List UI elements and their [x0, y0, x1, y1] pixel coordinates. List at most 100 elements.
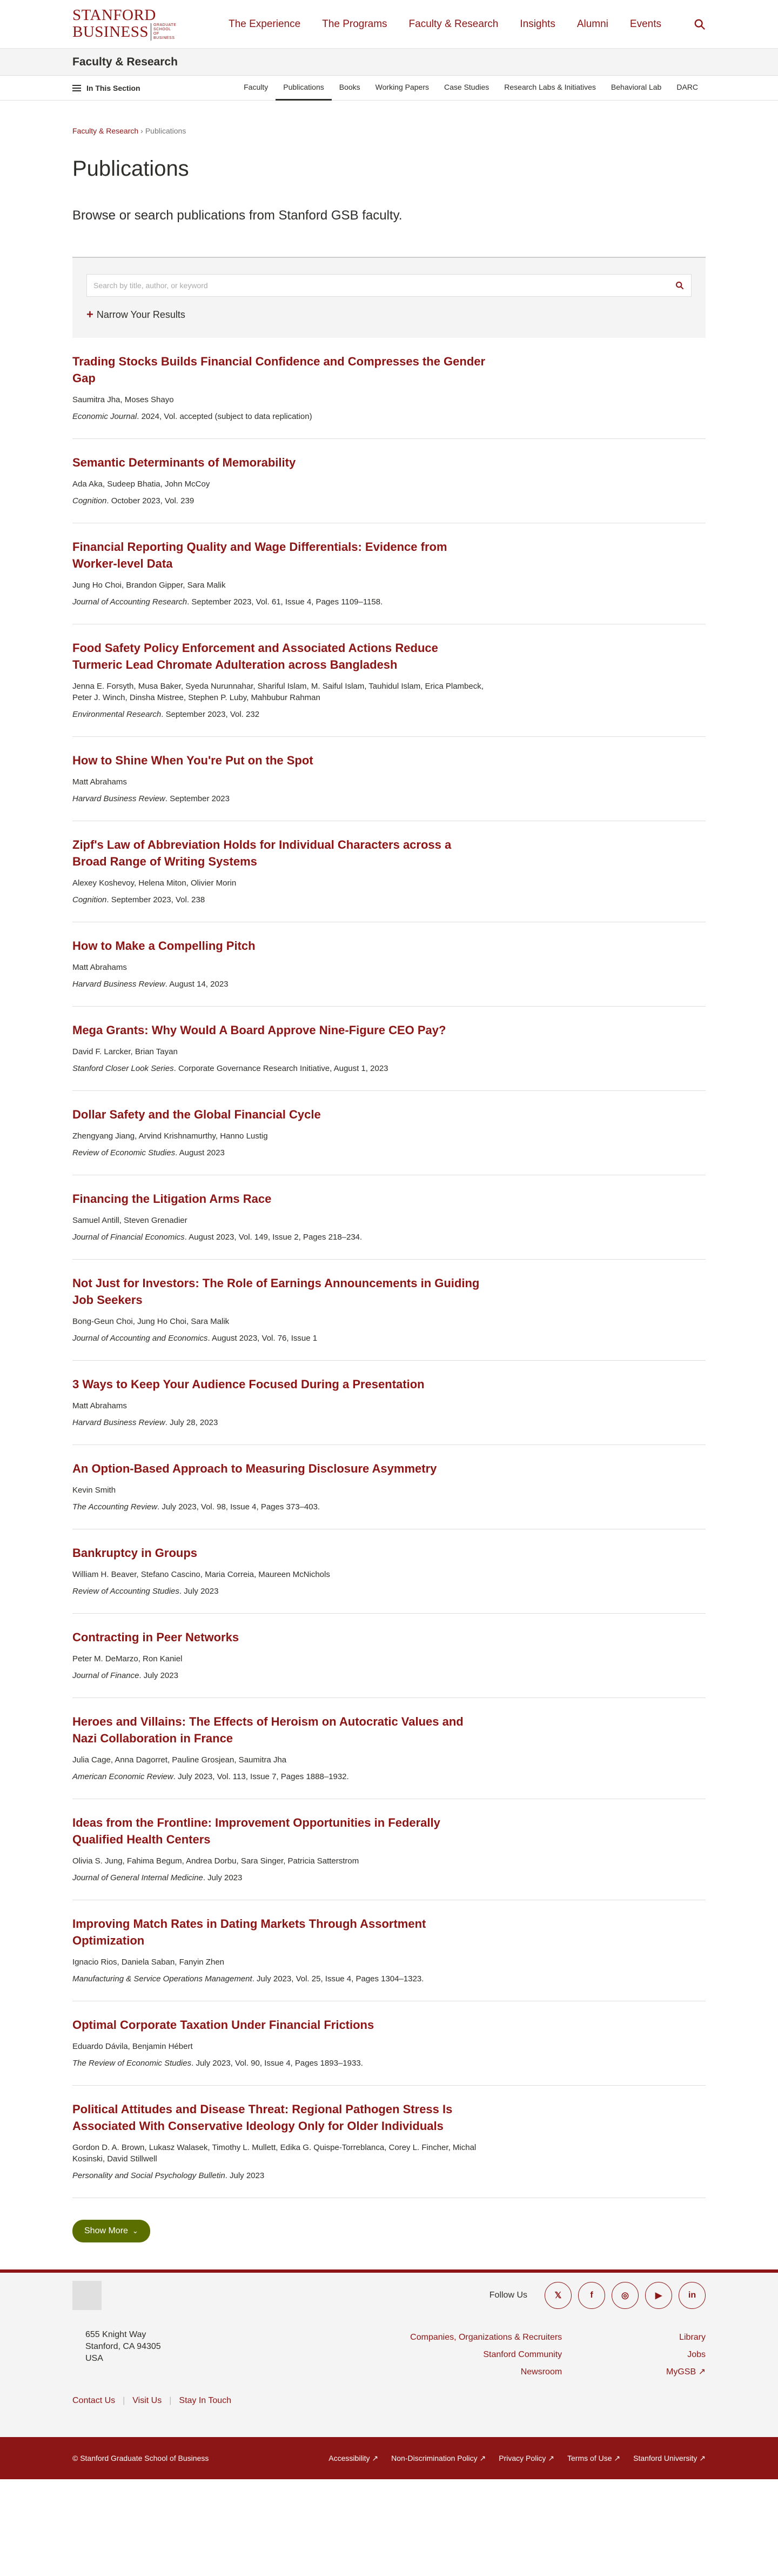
search-input[interactable]: Search by title, author, or keyword	[87, 275, 668, 296]
publication-item: 3 Ways to Keep Your Audience Focused Dur…	[72, 1361, 706, 1445]
publication-citation: Stanford Closer Look Series. Corporate G…	[72, 1063, 494, 1074]
publication-citation: Journal of Financial Economics. August 2…	[72, 1232, 494, 1243]
publication-title[interactable]: Optimal Corporate Taxation Under Financi…	[72, 2016, 488, 2033]
publication-journal: Journal of General Internal Medicine	[72, 1873, 203, 1882]
publication-item: Heroes and Villains: The Effects of Hero…	[72, 1698, 706, 1799]
nav-events[interactable]: Events	[630, 18, 661, 30]
publication-journal: Review of Accounting Studies	[72, 1587, 179, 1596]
footer-logo[interactable]	[72, 2281, 102, 2310]
youtube-icon[interactable]: ▶	[645, 2282, 672, 2309]
follow-us-label: Follow Us	[489, 2291, 527, 2300]
footer-link-mygsb[interactable]: MyGSB ↗	[562, 2364, 706, 2381]
nav-the-experience[interactable]: The Experience	[229, 18, 300, 30]
legal-link-terms[interactable]: Terms of Use ↗	[567, 2454, 620, 2463]
show-more-button[interactable]: Show More ⌄	[72, 2220, 150, 2242]
publication-authors: Olivia S. Jung, Fahima Begum, Andrea Dor…	[72, 1856, 359, 1866]
main-content: Faculty & Research › Publications Publicat…	[0, 127, 778, 2269]
nav-alumni[interactable]: Alumni	[577, 18, 608, 30]
publication-title[interactable]: 3 Ways to Keep Your Audience Focused Dur…	[72, 1376, 488, 1393]
publication-title[interactable]: Dollar Safety and the Global Financial C…	[72, 1106, 488, 1123]
section-title[interactable]: Faculty & Research	[72, 56, 178, 69]
breadcrumb-parent[interactable]: Faculty & Research	[72, 127, 138, 135]
section-nav-behavioral-lab[interactable]: Behavioral Lab	[603, 76, 669, 101]
page-intro: Browse or search publications from Stanf…	[72, 208, 403, 223]
publication-title[interactable]: Trading Stocks Builds Financial Confiden…	[72, 353, 488, 387]
narrow-results-toggle[interactable]: + Narrow Your Results	[86, 308, 692, 322]
publication-title[interactable]: Political Attitudes and Disease Threat: …	[72, 2101, 488, 2134]
nav-the-programs[interactable]: The Programs	[322, 18, 387, 30]
publication-authors: Julia Cage, Anna Dagorret, Pauline Grosj…	[72, 1755, 287, 1765]
publication-citation: Journal of General Internal Medicine. Ju…	[72, 1872, 494, 1883]
linkedin-icon[interactable]: in	[679, 2282, 706, 2309]
copyright: © Stanford Graduate School of Business	[72, 2454, 209, 2462]
section-nav-working-papers[interactable]: Working Papers	[368, 76, 437, 101]
publication-authors: Saumitra Jha, Moses Shayo	[72, 395, 174, 404]
publication-citation: Review of Accounting Studies. July 2023	[72, 1586, 494, 1597]
publication-citation: Journal of Accounting Research. Septembe…	[72, 596, 494, 608]
publication-item: An Option-Based Approach to Measuring Di…	[72, 1445, 706, 1529]
footer-link-visit-us[interactable]: Visit Us	[132, 2396, 162, 2406]
stanford-gsb-logo[interactable]: STANFORD BUSINESS GRADUATE SCHOOL OF BUSI…	[72, 8, 176, 41]
nav-insights[interactable]: Insights	[520, 18, 555, 30]
publication-item: Trading Stocks Builds Financial Confiden…	[72, 338, 706, 439]
search-icon[interactable]	[694, 18, 706, 30]
publication-journal: Journal of Finance	[72, 1671, 139, 1680]
publication-journal: Harvard Business Review	[72, 794, 165, 803]
footer-link-companies[interactable]: Companies, Organizations & Recruiters	[360, 2329, 562, 2346]
publication-journal: American Economic Review	[72, 1772, 173, 1781]
section-nav-darc[interactable]: DARC	[669, 76, 706, 101]
publication-authors: Jung Ho Choi, Brandon Gipper, Sara Malik	[72, 581, 226, 590]
publication-authors: Matt Abrahams	[72, 777, 127, 787]
instagram-icon[interactable]: ◎	[612, 2282, 639, 2309]
footer-link-jobs[interactable]: Jobs	[562, 2346, 706, 2364]
publication-title[interactable]: Not Just for Investors: The Role of Earn…	[72, 1275, 488, 1308]
twitter-icon[interactable]: 𝕏	[545, 2282, 572, 2309]
in-this-section-toggle[interactable]: In This Section	[72, 84, 140, 92]
publication-details: . July 2023, Vol. 113, Issue 7, Pages 18…	[173, 1772, 349, 1781]
publication-details: . August 14, 2023	[165, 980, 229, 989]
publication-title[interactable]: Financial Reporting Quality and Wage Dif…	[72, 538, 488, 572]
publication-title[interactable]: Contracting in Peer Networks	[72, 1629, 488, 1646]
section-nav-books[interactable]: Books	[332, 76, 368, 101]
publication-authors: Ignacio Rios, Daniela Saban, Fanyin Zhen	[72, 1958, 225, 1967]
section-nav-research-labs[interactable]: Research Labs & Initiatives	[497, 76, 603, 101]
publication-item: How to Shine When You're Put on the Spot…	[72, 737, 706, 821]
publication-title[interactable]: Heroes and Villains: The Effects of Hero…	[72, 1713, 488, 1747]
footer-link-library[interactable]: Library	[562, 2329, 706, 2346]
publication-title[interactable]: An Option-Based Approach to Measuring Di…	[72, 1460, 488, 1477]
legal-link-non-discrimination[interactable]: Non-Discrimination Policy ↗	[391, 2454, 486, 2463]
nav-faculty-research[interactable]: Faculty & Research	[409, 18, 499, 30]
legal-link-stanford-university[interactable]: Stanford University ↗	[633, 2454, 706, 2463]
publication-title[interactable]: Financing the Litigation Arms Race	[72, 1190, 488, 1207]
logo-line2: BUSINESS	[72, 23, 149, 41]
social-links: Follow Us 𝕏 f ◎ ▶ in	[489, 2282, 706, 2309]
publication-title[interactable]: Food Safety Policy Enforcement and Assoc…	[72, 640, 488, 673]
section-nav-publications[interactable]: Publications	[276, 76, 332, 101]
publication-journal: Manufacturing & Service Operations Manag…	[72, 1974, 252, 1983]
publication-title[interactable]: Mega Grants: Why Would A Board Approve N…	[72, 1022, 488, 1039]
legal-link-privacy[interactable]: Privacy Policy ↗	[499, 2454, 554, 2463]
publication-title[interactable]: Improving Match Rates in Dating Markets …	[72, 1915, 488, 1949]
publication-title[interactable]: How to Shine When You're Put on the Spot	[72, 752, 488, 769]
publication-title[interactable]: Semantic Determinants of Memorability	[72, 454, 488, 471]
footer-link-contact-us[interactable]: Contact Us	[72, 2396, 115, 2406]
page-title: Publications	[72, 157, 189, 181]
publication-title[interactable]: Zipf's Law of Abbreviation Holds for Ind…	[72, 836, 488, 870]
footer-link-newsroom[interactable]: Newsroom	[360, 2364, 562, 2381]
section-nav-faculty[interactable]: Faculty	[236, 76, 276, 101]
publication-title[interactable]: Ideas from the Frontline: Improvement Op…	[72, 1814, 488, 1848]
publication-item: Food Safety Policy Enforcement and Assoc…	[72, 624, 706, 737]
address-line: Stanford, CA 94305	[85, 2342, 161, 2351]
section-nav-case-studies[interactable]: Case Studies	[437, 76, 497, 101]
footer-link-stay-in-touch[interactable]: Stay In Touch	[179, 2396, 231, 2406]
legal-link-accessibility[interactable]: Accessibility ↗	[328, 2454, 378, 2463]
publication-details: . 2024, Vol. accepted (subject to data r…	[137, 412, 312, 421]
publication-title[interactable]: Bankruptcy in Groups	[72, 1545, 488, 1561]
publication-details: . July 2023, Vol. 90, Issue 4, Pages 189…	[191, 2059, 363, 2068]
publication-citation: Environmental Research. September 2023, …	[72, 709, 494, 720]
facebook-icon[interactable]: f	[578, 2282, 605, 2309]
publication-item: Financial Reporting Quality and Wage Dif…	[72, 523, 706, 624]
search-submit-button[interactable]	[668, 275, 691, 296]
publication-title[interactable]: How to Make a Compelling Pitch	[72, 937, 488, 954]
footer-link-stanford-community[interactable]: Stanford Community	[360, 2346, 562, 2364]
